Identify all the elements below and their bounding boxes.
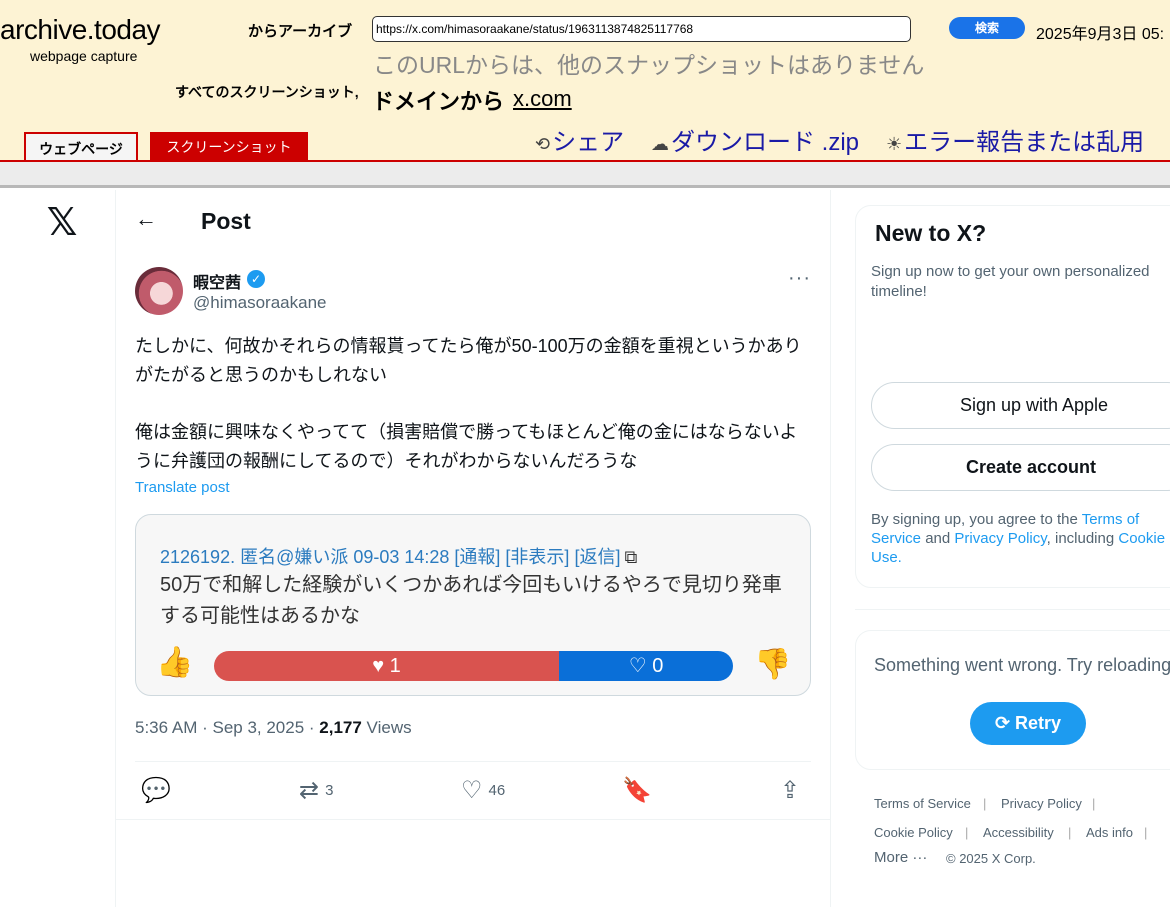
signup-title: New to X? bbox=[875, 220, 987, 246]
all-screenshots-label: すべてのスクリーンショット, bbox=[175, 84, 359, 100]
archived-url-input[interactable]: https://x.com/himasoraakane/status/19631… bbox=[372, 16, 911, 42]
signup-subtitle: Sign up now to get your own personalized… bbox=[871, 263, 1150, 300]
like-bar: ♥ 1 bbox=[214, 651, 559, 681]
download-link[interactable]: ☁ダウンロード .zip bbox=[651, 122, 859, 157]
error-card bbox=[855, 630, 1170, 770]
like-button[interactable]: ♡ 46 bbox=[461, 776, 505, 805]
verified-badge-icon: ✓ bbox=[247, 270, 265, 288]
footer-separator: | bbox=[1144, 825, 1148, 840]
tweet-paragraph-2: 俺は金額に興味なくやってて（損害賠償で勝ってもほとんど俺の金にはならないように弁… bbox=[135, 422, 798, 471]
thumbs-up-icon: 👍 bbox=[156, 646, 194, 679]
tab-screenshot[interactable]: スクリーンショット bbox=[150, 132, 308, 161]
reply-button[interactable]: 💬 bbox=[141, 776, 177, 805]
legal-text: By signing up, you agree to the Terms of… bbox=[871, 510, 1170, 567]
more-options-icon[interactable]: ··· bbox=[788, 267, 811, 290]
x-logo-icon[interactable]: 𝕏 bbox=[44, 203, 80, 241]
copy-icon: ⧉ bbox=[624, 547, 638, 567]
views-label: Views bbox=[361, 718, 412, 737]
archive-logo[interactable]: archive.today bbox=[0, 14, 161, 46]
footer-terms-link[interactable]: Terms of Service bbox=[874, 796, 971, 811]
footer-separator: | bbox=[1068, 825, 1072, 840]
bookmark-button[interactable]: 🔖 bbox=[622, 776, 658, 805]
back-arrow-icon[interactable]: ← bbox=[135, 206, 157, 232]
signup-apple-label: Sign up with Apple bbox=[959, 395, 1109, 415]
archive-from-label: からアーカイブ bbox=[248, 23, 353, 40]
translate-post-link[interactable]: Translate post bbox=[135, 479, 230, 496]
column-divider-left bbox=[115, 190, 116, 907]
upload-icon: ⇪ bbox=[780, 777, 801, 804]
no-snapshots-message: このURLからは、他のスナップショットはありません bbox=[373, 52, 925, 78]
card-header: 2126192. 匿名@嫌い派 09-03 14:28 [通報] [非表示] [… bbox=[160, 543, 637, 569]
bookmark-icon: 🔖 bbox=[622, 777, 652, 804]
tweet-time[interactable]: 5:36 AM · Sep 3, 2025 · bbox=[135, 718, 319, 737]
heart-icon: ♡ bbox=[461, 777, 483, 804]
share-icon: ⟲ bbox=[535, 134, 551, 154]
footer-accessibility-link[interactable]: Accessibility bbox=[983, 825, 1054, 840]
retry-label: Retry bbox=[1015, 713, 1062, 733]
divider bbox=[135, 761, 811, 762]
retweet-button[interactable]: ⇄ 3 bbox=[299, 776, 333, 805]
footer-separator: | bbox=[1092, 796, 1096, 811]
dislike-bar: ♡ 0 bbox=[559, 651, 733, 681]
share-link[interactable]: ⟲シェア bbox=[535, 122, 624, 157]
archive-logo-subtitle: webpage capture bbox=[30, 48, 138, 64]
legal-text-3: , including bbox=[1046, 530, 1119, 547]
thumbs-down-icon: 👎 bbox=[754, 648, 792, 681]
report-label: エラー報告または乱用 bbox=[904, 129, 1145, 156]
card-header-text: 2126192. 匿名@嫌い派 09-03 14:28 [通報] [非表示] [… bbox=[160, 547, 621, 567]
create-account-button[interactable]: Create account bbox=[871, 444, 1170, 491]
search-button[interactable]: 検索 bbox=[949, 17, 1025, 39]
footer-more-link[interactable]: More ··· bbox=[874, 849, 927, 866]
footer-privacy-link[interactable]: Privacy Policy bbox=[1001, 796, 1082, 811]
report-link[interactable]: ☀エラー報告または乱用 bbox=[886, 122, 1144, 157]
download-label: ダウンロード .zip bbox=[671, 129, 860, 156]
cloud-download-icon: ☁ bbox=[651, 134, 669, 154]
refresh-icon: ⟳ bbox=[994, 713, 1016, 733]
domain-link[interactable]: x.com bbox=[513, 86, 572, 112]
like-count-main: 46 bbox=[488, 782, 506, 799]
views-count: 2,177 bbox=[319, 718, 362, 737]
footer-copyright: © 2025 X Corp. bbox=[946, 851, 1036, 866]
column-divider-right bbox=[830, 190, 831, 907]
dislike-count: 0 bbox=[652, 655, 664, 677]
divider bbox=[115, 819, 830, 820]
legal-text-1: By signing up, you agree to the bbox=[871, 511, 1082, 528]
card-body-text: 50万で和解した経験がいくつかあれば今回もいけるやろで見切り発車する可能性はある… bbox=[160, 574, 782, 627]
tab-webpage[interactable]: ウェブページ bbox=[24, 132, 138, 162]
archive-gray-bar bbox=[0, 162, 1170, 188]
page-title: Post bbox=[201, 208, 251, 234]
footer-cookie-link[interactable]: Cookie Policy bbox=[874, 825, 953, 840]
error-message: Something went wrong. Try reloading. bbox=[874, 655, 1170, 675]
retry-button[interactable]: ⟳ Retry bbox=[970, 702, 1086, 745]
tweet-meta: 5:36 AM · Sep 3, 2025 · 2,177 Views bbox=[135, 718, 412, 738]
retweet-count: 3 bbox=[325, 782, 334, 799]
reply-icon: 💬 bbox=[141, 777, 171, 804]
author-handle[interactable]: @himasoraakane bbox=[193, 293, 327, 313]
domain-from-label: ドメインから bbox=[372, 89, 505, 114]
footer-separator: | bbox=[965, 825, 969, 840]
share-label: シェア bbox=[552, 129, 625, 156]
archive-header: archive.today webpage capture からアーカイブ ht… bbox=[0, 0, 1170, 162]
footer-ads-link[interactable]: Ads info bbox=[1086, 825, 1133, 840]
avatar[interactable] bbox=[135, 267, 183, 315]
bulb-icon: ☀ bbox=[886, 134, 903, 154]
footer-separator: | bbox=[983, 796, 987, 811]
attached-image-card[interactable]: 2126192. 匿名@嫌い派 09-03 14:28 [通報] [非表示] [… bbox=[135, 514, 811, 696]
share-button[interactable]: ⇪ bbox=[780, 776, 806, 805]
archive-date[interactable]: 2025年9月3日 05: bbox=[1036, 20, 1164, 44]
author-name[interactable]: 暇空茜 bbox=[193, 269, 241, 293]
sidebar-divider bbox=[855, 609, 1170, 610]
legal-text-2: and bbox=[921, 530, 955, 547]
tweet-paragraph-1: たしかに、何故かそれらの情報貰ってたら俺が50-100万の金額を重視というかあり… bbox=[135, 336, 802, 385]
like-count: 1 bbox=[389, 655, 401, 677]
retweet-icon: ⇄ bbox=[299, 777, 320, 804]
signup-apple-button[interactable]: Sign up with Apple bbox=[871, 382, 1170, 429]
privacy-link[interactable]: Privacy Policy bbox=[954, 530, 1046, 547]
